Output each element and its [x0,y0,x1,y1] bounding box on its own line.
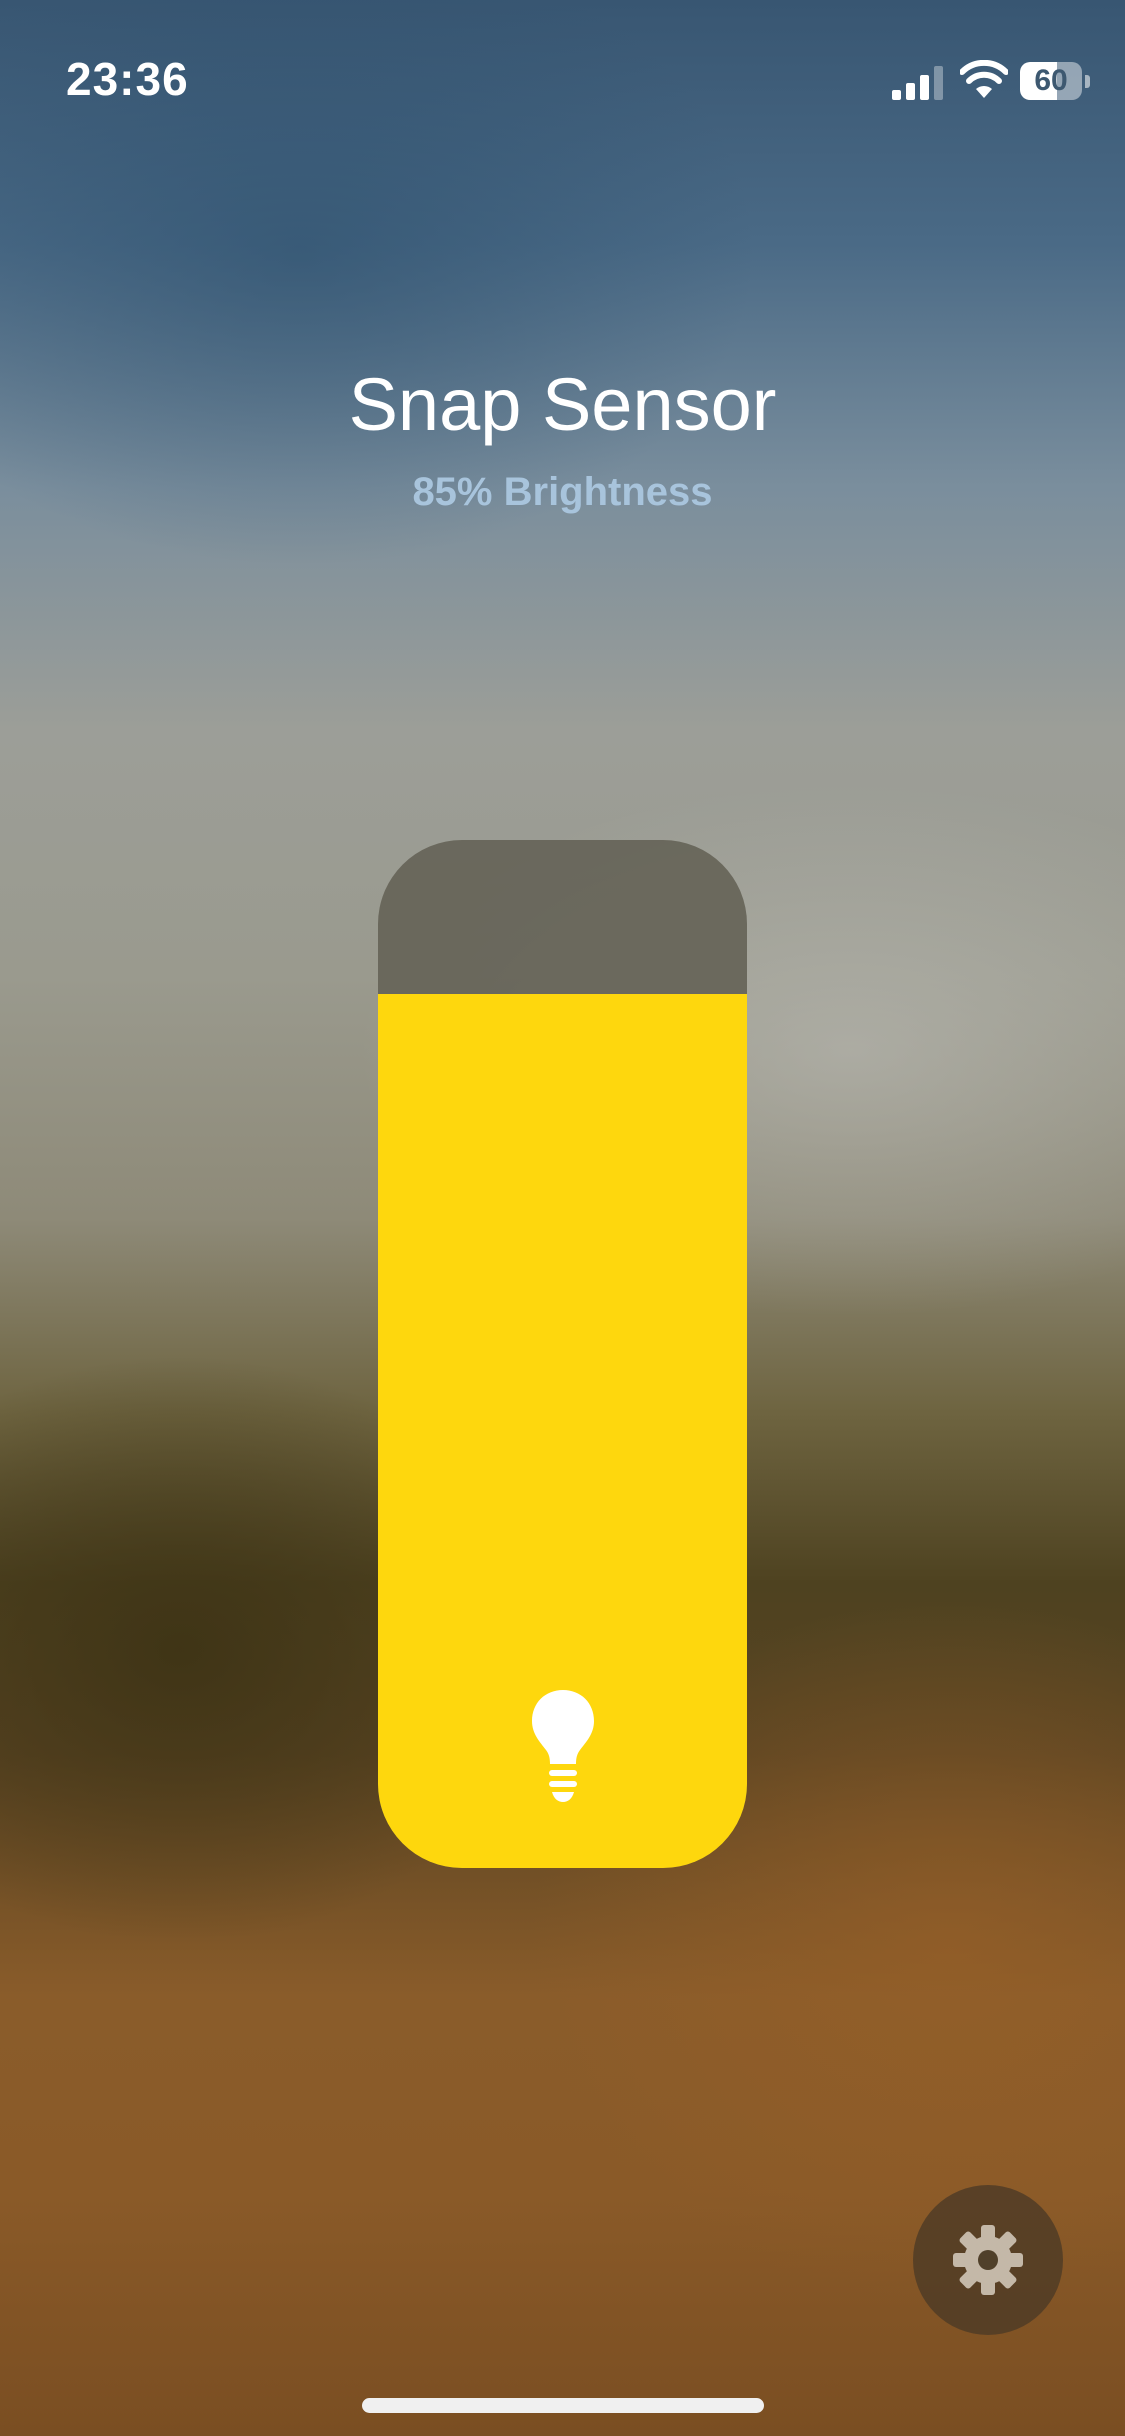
battery-cap [1085,75,1090,88]
gear-icon [953,2225,1023,2295]
status-time: 23:36 [66,53,189,105]
home-indicator[interactable] [362,2398,764,2413]
brightness-label: 85% Brightness [412,470,713,514]
device-title: Snap Sensor [348,363,777,446]
lightbulb-icon [532,1690,594,1802]
battery-percent: 60 [1034,64,1068,97]
signal-bar [892,90,901,100]
brightness-slider[interactable] [378,840,747,1868]
signal-bar [934,66,943,100]
wifi-icon [960,60,1008,98]
signal-bar [906,83,915,100]
status-bar: 23:36 60 [0,0,1125,150]
battery-icon: 60 [1020,62,1092,102]
settings-button[interactable] [913,2185,1063,2335]
signal-icon [892,66,943,100]
signal-bar [920,75,929,100]
